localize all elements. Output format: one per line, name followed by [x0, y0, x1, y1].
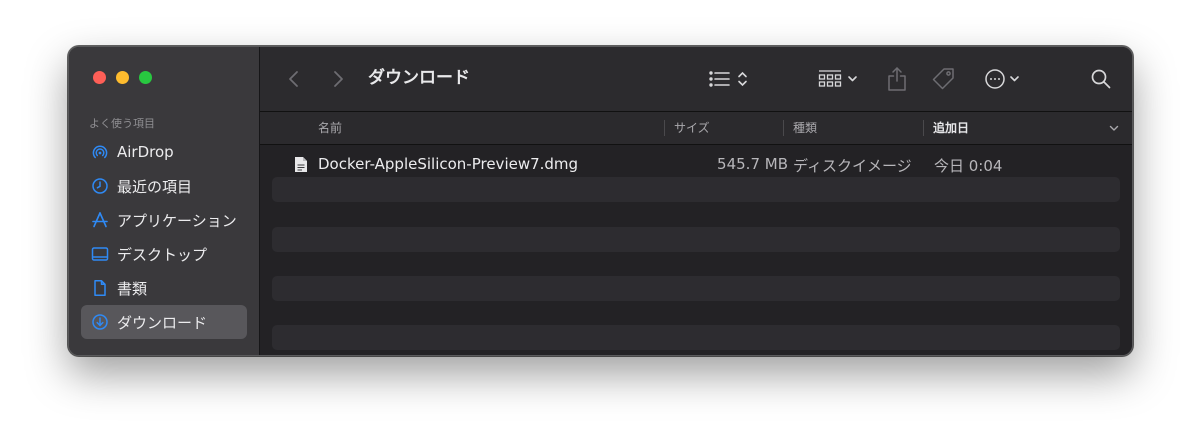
file-list: Docker-AppleSilicon-Preview7.dmg 545.7 M…	[260, 145, 1132, 355]
airdrop-icon	[91, 143, 109, 161]
desktop-icon	[91, 245, 109, 263]
group-icon	[818, 70, 857, 87]
sidebar-item-documents[interactable]: 書類	[81, 271, 247, 305]
view-options-button[interactable]	[708, 65, 754, 93]
sidebar-item-recents[interactable]: 最近の項目	[81, 169, 247, 203]
empty-row	[272, 301, 1120, 326]
sidebar-item-airdrop[interactable]: AirDrop	[81, 135, 247, 169]
share-button[interactable]	[886, 65, 908, 93]
column-name-header[interactable]: 名前	[318, 112, 342, 144]
forward-icon	[334, 71, 343, 87]
sidebar-item-downloads[interactable]: ダウンロード	[81, 305, 247, 339]
empty-row	[272, 177, 1120, 202]
empty-row	[272, 227, 1120, 252]
empty-row	[272, 252, 1120, 277]
sidebar-item-desktop[interactable]: デスクトップ	[81, 237, 247, 271]
close-window-button[interactable]	[93, 71, 106, 84]
window-title: ダウンロード	[368, 68, 470, 88]
column-date-added-header[interactable]: 追加日	[933, 112, 969, 144]
sort-chevron-icon[interactable]	[1108, 122, 1120, 137]
file-row[interactable]: Docker-AppleSilicon-Preview7.dmg 545.7 M…	[272, 150, 1120, 178]
column-divider[interactable]	[923, 120, 924, 136]
sidebar-item-label: 書類	[117, 279, 148, 298]
back-button[interactable]	[282, 67, 306, 91]
sidebar-item-label: デスクトップ	[117, 245, 208, 264]
file-size: 545.7 MB	[717, 155, 788, 173]
share-icon	[888, 67, 906, 91]
document-icon	[91, 279, 109, 297]
sidebar-item-label: アプリケーション	[117, 211, 237, 230]
column-header: 名前 サイズ 種類 追加日	[260, 112, 1132, 145]
list-view-icon	[709, 71, 747, 87]
column-size-header[interactable]: サイズ	[674, 112, 710, 144]
download-icon	[91, 313, 109, 331]
sidebar-item-label: ダウンロード	[117, 313, 208, 332]
minimize-window-button[interactable]	[116, 71, 129, 84]
column-divider[interactable]	[783, 120, 784, 136]
sidebar-item-applications[interactable]: アプリケーション	[81, 203, 247, 237]
sidebar-item-label: AirDrop	[117, 143, 174, 161]
search-icon	[1091, 69, 1111, 89]
zoom-window-button[interactable]	[139, 71, 152, 84]
search-button[interactable]	[1090, 65, 1112, 93]
sidebar-list: AirDrop 最近の項目 アプリケーション デスクトップ 書類 ダウンロード	[81, 135, 247, 339]
group-button[interactable]	[818, 65, 860, 93]
back-icon	[289, 71, 298, 87]
finder-window: よく使う項目 AirDrop 最近の項目 アプリケーション デスクトップ 書類 …	[68, 46, 1133, 356]
tag-button[interactable]	[930, 65, 956, 93]
window-controls	[93, 71, 152, 84]
tag-icon	[932, 68, 954, 90]
empty-row	[272, 202, 1120, 227]
sidebar-section-favorites: よく使う項目	[89, 117, 155, 130]
sidebar-item-label: 最近の項目	[117, 177, 193, 196]
clock-icon	[91, 177, 109, 195]
file-kind: ディスクイメージ	[793, 157, 912, 175]
column-divider[interactable]	[664, 120, 665, 136]
more-actions-button[interactable]	[984, 65, 1026, 93]
sidebar: よく使う項目 AirDrop 最近の項目 アプリケーション デスクトップ 書類 …	[69, 47, 260, 355]
file-date-added: 今日 0:04	[934, 157, 1003, 175]
disk-image-file-icon	[294, 156, 308, 177]
file-name: Docker-AppleSilicon-Preview7.dmg	[318, 155, 579, 173]
empty-row	[272, 325, 1120, 350]
empty-row	[272, 276, 1120, 301]
forward-button[interactable]	[326, 67, 350, 91]
column-kind-header[interactable]: 種類	[793, 112, 817, 144]
more-icon	[985, 69, 1019, 89]
applications-icon	[91, 211, 109, 229]
toolbar: ダウンロード	[260, 47, 1132, 112]
